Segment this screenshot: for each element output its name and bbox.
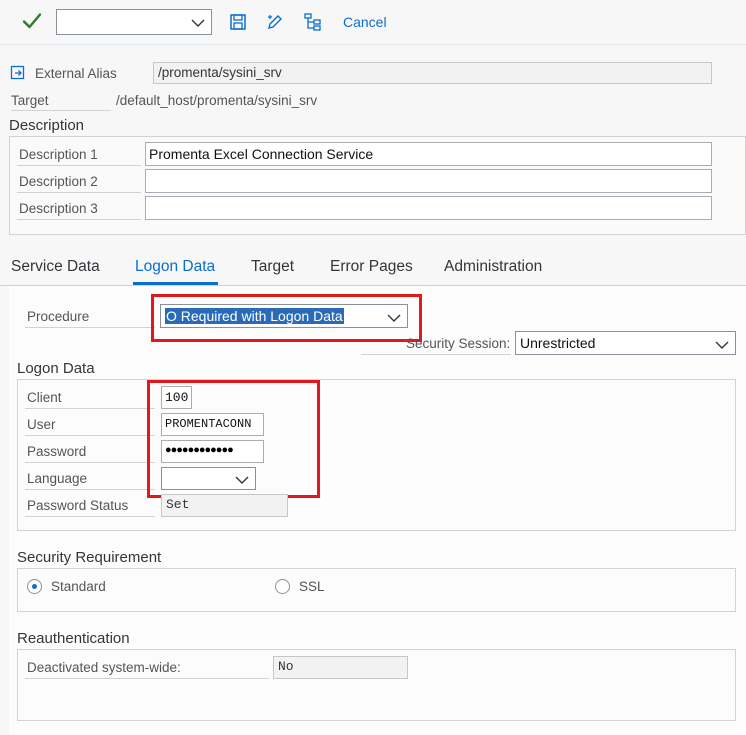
tab-logon-data[interactable]: Logon Data bbox=[135, 258, 215, 276]
command-field-select[interactable] bbox=[56, 9, 212, 35]
external-alias-icon bbox=[10, 65, 26, 84]
password-status-label: Password Status bbox=[27, 498, 129, 513]
divider bbox=[17, 165, 141, 166]
divider bbox=[25, 435, 155, 436]
divider bbox=[25, 516, 155, 517]
divider bbox=[25, 462, 155, 463]
ssl-radio[interactable] bbox=[275, 579, 290, 594]
target-label: Target bbox=[11, 93, 49, 108]
check-icon[interactable] bbox=[20, 9, 44, 33]
divider bbox=[25, 489, 155, 490]
procedure-label: Procedure bbox=[27, 309, 90, 324]
target-value: /default_host/promenta/sysini_srv bbox=[116, 93, 318, 108]
language-label: Language bbox=[27, 471, 88, 486]
description-3-input[interactable] bbox=[145, 196, 712, 220]
tab-administration[interactable]: Administration bbox=[444, 258, 542, 276]
divider bbox=[17, 219, 141, 220]
external-alias-label: External Alias bbox=[35, 66, 117, 81]
password-status-field: Set bbox=[161, 494, 288, 517]
description-2-input[interactable] bbox=[145, 169, 712, 193]
hierarchy-icon[interactable] bbox=[304, 13, 322, 31]
description-2-label: Description 2 bbox=[19, 174, 98, 189]
tab-target[interactable]: Target bbox=[251, 258, 294, 276]
divider bbox=[17, 192, 141, 193]
cancel-button[interactable]: Cancel bbox=[343, 14, 387, 30]
password-label: Password bbox=[27, 444, 87, 459]
description-1-input[interactable]: Promenta Excel Connection Service bbox=[145, 142, 712, 166]
deactivated-field: No bbox=[273, 656, 408, 679]
security-session-value: Unrestricted bbox=[520, 335, 596, 351]
deactivated-label: Deactivated system-wide: bbox=[27, 660, 181, 675]
procedure-highlight-box bbox=[151, 294, 422, 342]
description-title: Description bbox=[9, 117, 85, 134]
ssl-radio-label: SSL bbox=[299, 579, 325, 594]
tab-service-data[interactable]: Service Data bbox=[11, 258, 100, 276]
standard-radio[interactable] bbox=[27, 579, 42, 594]
description-3-label: Description 3 bbox=[19, 201, 98, 216]
reauthentication-title: Reauthentication bbox=[17, 630, 130, 647]
save-icon[interactable] bbox=[229, 13, 247, 31]
user-label: User bbox=[27, 417, 56, 432]
security-session-label: Security Session: bbox=[406, 336, 511, 351]
chevron-down-icon bbox=[191, 16, 205, 28]
chevron-down-icon bbox=[715, 338, 729, 350]
toolbar: Cancel bbox=[0, 0, 746, 45]
security-requirement-title: Security Requirement bbox=[17, 549, 162, 566]
client-label: Client bbox=[27, 390, 62, 405]
standard-radio-label: Standard bbox=[51, 579, 106, 594]
divider bbox=[25, 678, 269, 679]
external-alias-field: /promenta/sysini_srv bbox=[153, 62, 712, 84]
radio-selected-dot bbox=[32, 584, 37, 589]
target-label-underline bbox=[11, 110, 111, 111]
divider bbox=[25, 408, 155, 409]
security-session-dropdown[interactable]: Unrestricted bbox=[515, 331, 736, 355]
security-requirement-group bbox=[17, 568, 736, 612]
tab-error-pages[interactable]: Error Pages bbox=[330, 258, 413, 276]
divider bbox=[25, 327, 155, 328]
description-1-label: Description 1 bbox=[19, 147, 98, 162]
logon-highlight-box bbox=[147, 380, 320, 498]
divider bbox=[361, 354, 511, 355]
logon-data-title: Logon Data bbox=[17, 360, 95, 377]
edit-icon[interactable] bbox=[266, 13, 284, 31]
